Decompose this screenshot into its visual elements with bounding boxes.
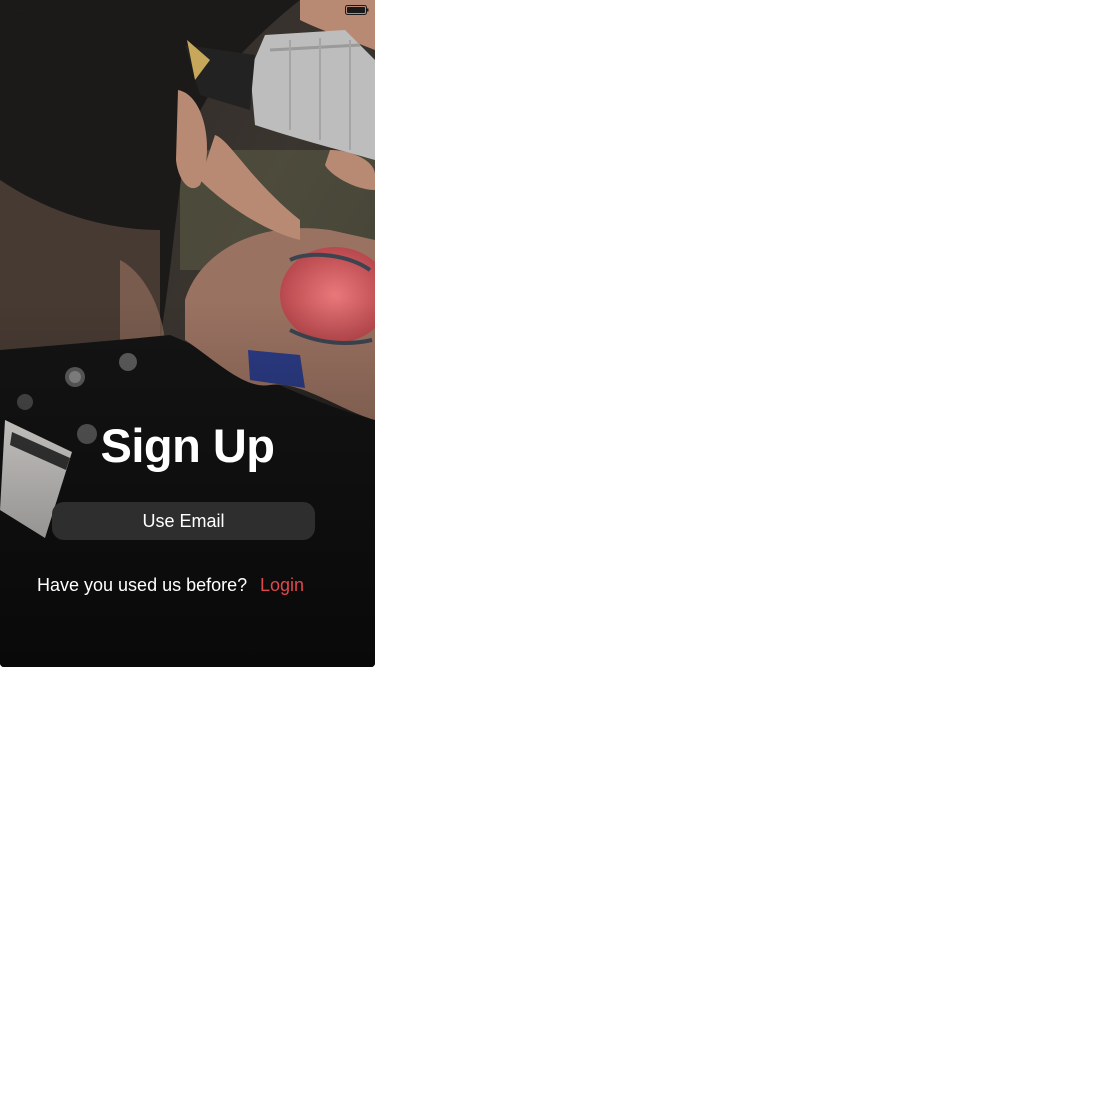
login-question-text: Have you used us before?: [37, 575, 248, 595]
login-link[interactable]: Login: [260, 575, 304, 596]
page-title: Sign Up: [100, 419, 275, 472]
battery-icon: [345, 5, 369, 15]
status-time: 3:19 PM: [164, 3, 211, 17]
phone-screen: Appetize.io 3:19 PM Sign Up Use Email Ha…: [0, 0, 375, 667]
use-email-button[interactable]: Use Email: [52, 502, 315, 540]
status-bar: Appetize.io 3:19 PM: [0, 0, 375, 20]
barber-background-photo: [0, 0, 375, 667]
